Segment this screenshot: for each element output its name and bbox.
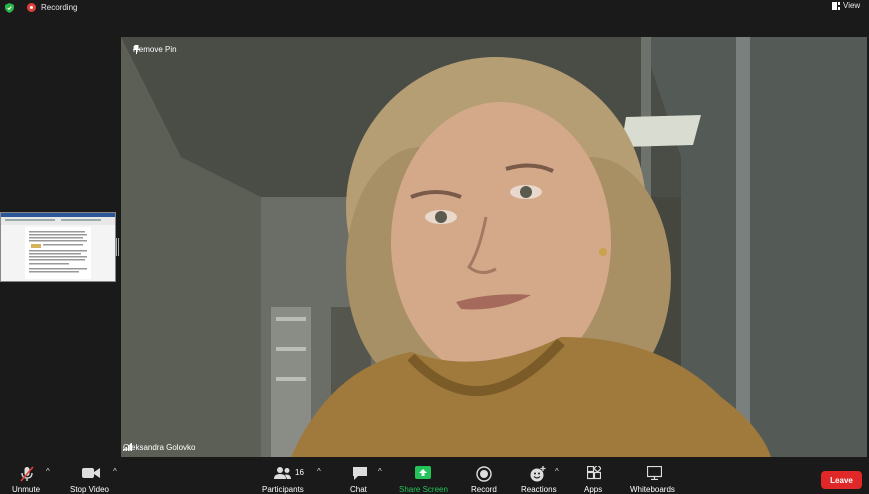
participant-video-image (121, 37, 867, 457)
participants-count: 16 (295, 468, 304, 477)
view-icon[interactable] (832, 2, 840, 10)
whiteboard-icon (647, 466, 662, 480)
record-button[interactable]: Record (468, 460, 500, 494)
microphone-muted-icon (20, 466, 34, 482)
participant-name: Oleksandra Golovko (123, 443, 196, 452)
main-video-feed[interactable]: Remove Pin Oleksandra Golovko (121, 37, 867, 457)
audio-options-caret[interactable]: ^ (46, 467, 50, 476)
shield-icon[interactable] (5, 3, 14, 13)
unmute-button[interactable]: Unmute (10, 460, 46, 494)
whiteboards-button[interactable]: Whiteboards (628, 460, 680, 494)
chat-icon (353, 467, 367, 480)
video-options-caret[interactable]: ^ (113, 467, 117, 476)
thumbnail-resize-handle[interactable] (116, 238, 119, 256)
recording-label[interactable]: Recording (41, 3, 77, 12)
video-camera-icon (82, 468, 100, 478)
chat-options-caret[interactable]: ^ (378, 467, 382, 476)
pin-icon (133, 45, 140, 54)
meeting-toolbar: Unmute ^ Stop Video ^ 16 Participants ^ … (0, 460, 869, 494)
apps-button[interactable]: Apps (582, 460, 606, 494)
record-icon (476, 466, 492, 482)
participant-name-tag: Oleksandra Golovko (123, 443, 195, 452)
share-screen-icon (415, 466, 431, 479)
reactions-icon (530, 466, 546, 482)
reactions-options-caret[interactable]: ^ (555, 467, 559, 476)
stop-video-button[interactable]: Stop Video (66, 460, 116, 494)
shared-screen-thumbnail[interactable] (0, 212, 116, 282)
chat-button[interactable]: Chat (346, 460, 374, 494)
signal-icon (123, 443, 132, 451)
participants-options-caret[interactable]: ^ (317, 467, 321, 476)
view-button[interactable]: View (843, 1, 860, 10)
apps-icon (587, 466, 601, 480)
leave-button[interactable]: Leave (821, 471, 862, 489)
recording-icon (27, 3, 36, 12)
reactions-button[interactable]: Reactions (518, 460, 558, 494)
top-bar: Recording View (0, 0, 869, 16)
participants-icon (274, 467, 291, 479)
remove-pin-button[interactable]: Remove Pin (133, 45, 177, 54)
participants-button[interactable]: 16 Participants (258, 460, 310, 494)
share-screen-button[interactable]: Share Screen (396, 460, 452, 494)
